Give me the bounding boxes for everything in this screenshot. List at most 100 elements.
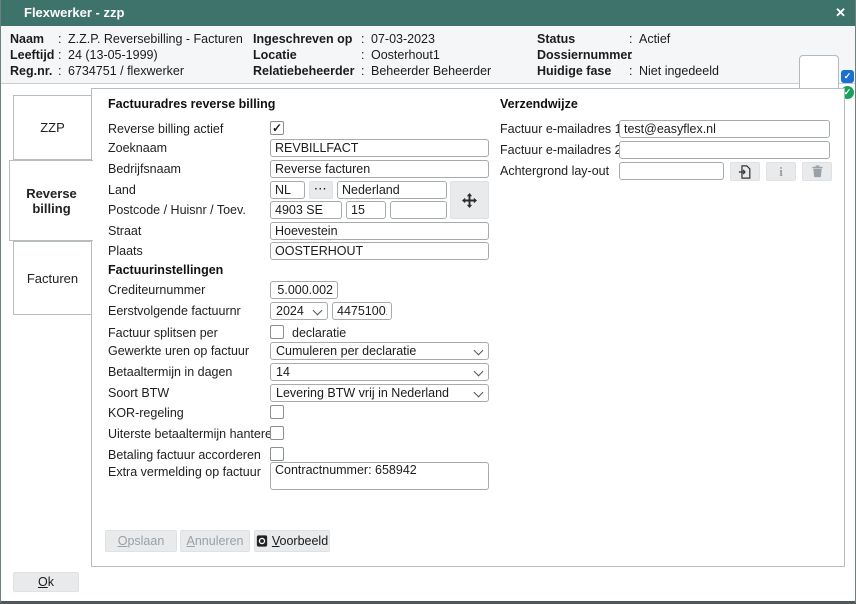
voorbeeld-button[interactable]: Voorbeeld	[254, 530, 330, 552]
straat-input[interactable]	[270, 222, 489, 240]
kor-regeling-label: KOR-regeling	[108, 406, 184, 420]
betaling-accorderen-checkbox[interactable]	[270, 447, 284, 461]
dossiernummer-label: Dossiernummer	[537, 47, 629, 63]
info-icon: i	[779, 164, 783, 180]
betaling-accorderen-label: Betaling factuur accorderen	[108, 448, 261, 462]
layout-delete-button[interactable]	[802, 162, 832, 181]
colon: :	[361, 47, 371, 63]
opslaan-label: Opslaan	[118, 534, 165, 548]
window-title: Flexwerker - zzp	[24, 0, 124, 26]
title-bar: Flexwerker - zzp ✕	[1, 0, 855, 26]
colon: :	[361, 31, 371, 47]
betaaltermijn-label: Betaaltermijn in dagen	[108, 365, 232, 379]
uiterste-betaaltermijn-label: Uiterste betaaltermijn hanteren	[108, 427, 279, 441]
ok-button[interactable]: Ok	[13, 572, 79, 592]
land-lookup-button[interactable]: ···	[309, 181, 333, 199]
land-code-input[interactable]	[270, 181, 305, 199]
address-move-button[interactable]	[450, 181, 489, 219]
huisnr-input[interactable]	[346, 201, 386, 219]
regnr-label: Reg.nr.	[10, 63, 58, 79]
locatie-label: Locatie	[253, 47, 361, 63]
tab-reverse-billing-label: Reverse billing	[22, 186, 82, 216]
layout-upload-button[interactable]	[730, 162, 760, 181]
locatie-value: Oosterhout1	[371, 47, 440, 63]
status-label: Status	[537, 31, 629, 47]
email2-label: Factuur e-mailadres 2	[500, 143, 622, 157]
betaaltermijn-select[interactable]: 14	[270, 363, 489, 381]
section-factuuradres: Factuuradres reverse billing	[108, 97, 275, 111]
factuur-splitsen-label: Factuur splitsen per	[108, 326, 218, 340]
blue-check-indicator[interactable]: ✓	[841, 70, 854, 83]
straat-label: Straat	[108, 224, 141, 238]
ok-label: Ok	[38, 575, 54, 589]
flexwerker-info-header: Naam:Z.Z.P. Reversebilling - Facturen Le…	[1, 26, 855, 84]
email1-input[interactable]	[619, 120, 830, 138]
tab-facturen-label: Facturen	[27, 271, 78, 286]
preview-document-icon	[256, 535, 268, 547]
betaaltermijn-value: 14	[276, 365, 290, 379]
email2-input[interactable]	[619, 141, 830, 159]
factuurnr-label: Eerstvolgende factuurnr	[108, 304, 241, 318]
header-group-registration: Ingeschreven op:07-03-2023 Locatie:Ooste…	[253, 31, 491, 79]
regnr-value: 6734751 / flexwerker	[68, 63, 184, 79]
naam-value: Z.Z.P. Reversebilling - Facturen	[68, 31, 243, 47]
plaats-label: Plaats	[108, 244, 143, 258]
huidige-fase-value: Niet ingedeeld	[639, 63, 719, 79]
zoeknaam-input[interactable]	[270, 139, 489, 157]
status-value: Actief	[639, 31, 670, 47]
factuurnr-jaar-select[interactable]: 2024	[270, 302, 328, 320]
achtergrond-layout-input[interactable]	[619, 162, 724, 180]
achtergrond-layout-label: Achtergrond lay-out	[500, 164, 609, 178]
declaratie-option-label: declaratie	[292, 326, 346, 340]
section-factuurinstellingen: Factuurinstellingen	[108, 263, 223, 277]
extra-vermelding-textarea[interactable]: Contractnummer: 658942	[270, 462, 489, 490]
chevron-down-icon	[474, 367, 484, 377]
close-icon[interactable]: ✕	[835, 0, 846, 26]
land-label: Land	[108, 183, 136, 197]
crediteurnummer-input[interactable]	[270, 281, 338, 299]
land-naam-input[interactable]	[337, 181, 447, 199]
ingeschreven-label: Ingeschreven op	[253, 31, 361, 47]
ingeschreven-value: 07-03-2023	[371, 31, 435, 47]
reverse-billing-actief-label: Reverse billing actief	[108, 122, 223, 136]
chevron-down-icon	[474, 388, 484, 398]
colon: :	[629, 31, 639, 47]
huidige-fase-label: Huidige fase	[537, 63, 629, 79]
uiterste-betaaltermijn-checkbox[interactable]	[270, 426, 284, 440]
ellipsis-icon: ···	[315, 187, 328, 193]
soort-btw-select[interactable]: Levering BTW vrij in Nederland	[270, 384, 489, 402]
postcode-input[interactable]	[270, 201, 342, 219]
factuurnr-jaar-value: 2024	[276, 304, 304, 318]
trash-icon	[811, 165, 824, 178]
relatiebeheerder-value: Beheerder Beheerder	[371, 63, 491, 79]
colon: :	[361, 63, 371, 79]
colon: :	[629, 47, 639, 63]
layout-info-button[interactable]: i	[766, 162, 796, 181]
reverse-billing-actief-checkbox[interactable]: ✓	[270, 121, 284, 135]
gewerkte-uren-select[interactable]: Cumuleren per declaratie	[270, 342, 489, 360]
tab-reverse-billing[interactable]: Reverse billing	[9, 160, 93, 241]
leeftijd-value: 24 (13-05-1999)	[68, 47, 158, 63]
bedrijfsnaam-label: Bedrijfsnaam	[108, 162, 181, 176]
factuur-splitsen-checkbox[interactable]	[270, 325, 284, 339]
tab-zzp-label: ZZP	[40, 120, 65, 135]
gewerkte-uren-value: Cumuleren per declaratie	[276, 344, 416, 358]
email1-label: Factuur e-mailadres 1	[500, 122, 622, 136]
chevron-down-icon	[474, 346, 484, 356]
move-icon	[462, 193, 477, 208]
annuleren-button[interactable]: Annuleren	[180, 530, 250, 552]
bedrijfsnaam-input[interactable]	[270, 160, 489, 178]
toevoeging-input[interactable]	[390, 201, 447, 219]
voorbeeld-label: Voorbeeld	[272, 534, 328, 548]
kor-regeling-checkbox[interactable]	[270, 405, 284, 419]
tab-facturen[interactable]: Facturen	[13, 241, 92, 315]
opslaan-button[interactable]: Opslaan	[105, 530, 177, 552]
soort-btw-value: Levering BTW vrij in Nederland	[276, 386, 449, 400]
factuurnr-input[interactable]	[332, 302, 392, 320]
zoeknaam-label: Zoeknaam	[108, 141, 167, 155]
plaats-input[interactable]	[270, 242, 489, 260]
leeftijd-label: Leeftijd	[10, 47, 58, 63]
header-group-status: Status:Actief Dossiernummer: Huidige fas…	[537, 31, 719, 79]
crediteurnummer-label: Crediteurnummer	[108, 283, 205, 297]
tab-zzp[interactable]: ZZP	[13, 95, 92, 160]
